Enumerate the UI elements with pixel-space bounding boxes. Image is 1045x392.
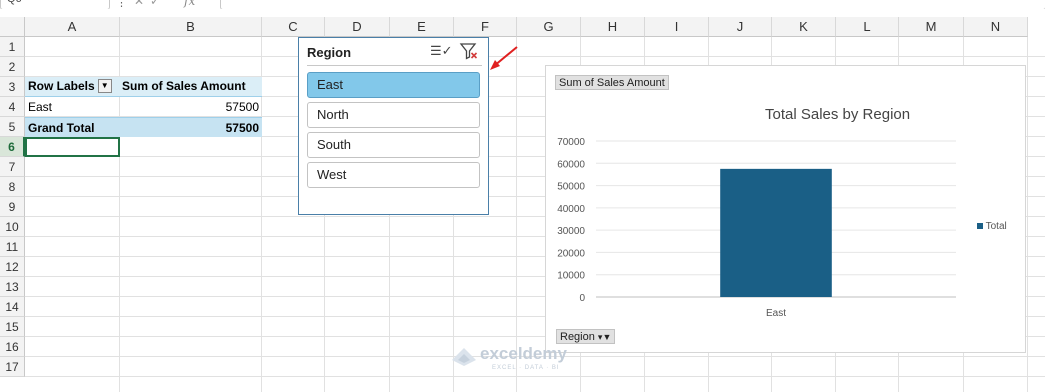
gridline [516,37,517,392]
column-header[interactable]: F [454,17,517,37]
name-box[interactable]: Q6 ⌄ [0,0,110,9]
select-all-corner[interactable] [0,17,25,37]
row-header[interactable]: 3 [0,77,25,97]
row-header[interactable]: 5 [0,117,25,137]
column-header[interactable]: E [390,17,454,37]
column-header[interactable]: B [120,17,262,37]
slicer-item-west[interactable]: West [307,162,480,188]
row-header[interactable]: 14 [0,297,25,317]
pivot-sum-header[interactable]: Sum of Sales Amount [120,77,262,97]
pivot-row-labels-header[interactable]: Row Labels ▼ [25,77,120,97]
column-header[interactable]: L [836,17,899,37]
row-header[interactable]: 11 [0,237,25,257]
slicer-divider [307,65,482,66]
pivot-chart[interactable]: Sum of Sales Amount Total Sales by Regio… [545,65,1026,353]
y-tick-label: 70000 [557,137,585,148]
annotation-arrow-icon [490,46,518,70]
axis-field-button[interactable]: Region ▾▼ [556,329,616,344]
formula-input[interactable] [220,0,1045,9]
column-header[interactable]: J [709,17,772,37]
row-header[interactable]: 13 [0,277,25,297]
column-header[interactable]: N [964,17,1028,37]
more-icon[interactable]: ⋮ [116,0,127,9]
y-tick-label: 30000 [557,226,585,237]
y-tick-label: 50000 [557,182,585,193]
filter-dropdown-icon[interactable]: ▾▼ [598,332,611,342]
y-tick-label: 20000 [557,248,585,259]
row-header[interactable]: 9 [0,197,25,217]
y-tick-label: 60000 [557,159,585,170]
gridline [25,376,1045,377]
filter-dropdown-icon[interactable]: ▼ [97,78,112,93]
x-tick-label: East [766,308,786,319]
region-slicer[interactable]: Region ☰✓ East North South West [298,37,489,215]
row-header[interactable]: 15 [0,317,25,337]
column-header[interactable]: H [581,17,645,37]
column-header[interactable]: A [25,17,120,37]
row-header[interactable]: 7 [0,157,25,177]
row-header[interactable]: 16 [0,337,25,357]
chevron-down-icon[interactable]: ⌄ [95,0,103,2]
column-header[interactable]: D [325,17,390,37]
row-header[interactable]: 17 [0,357,25,377]
y-tick-label: 10000 [557,271,585,282]
row-header[interactable]: 4 [0,97,25,117]
multi-select-icon[interactable]: ☰✓ [430,43,453,59]
row-header[interactable]: 1 [0,37,25,57]
grand-total-value[interactable]: 57500 [120,117,262,137]
legend: Total [977,221,1007,232]
slicer-item-east[interactable]: East [307,72,480,98]
column-header[interactable]: K [772,17,836,37]
legend-label: Total [985,221,1007,232]
column-header[interactable]: M [899,17,964,37]
formula-bar: Q6 ⌄ ⋮ ✕✓ fx [0,0,1045,9]
gridline [25,56,1045,57]
slicer-item-north[interactable]: North [307,102,480,128]
insert-function-icon[interactable]: fx [184,0,195,8]
row-header[interactable]: 6 [0,137,25,157]
watermark: exceldemy EXCEL · DATA · BI [450,344,567,371]
row-header[interactable]: 8 [0,177,25,197]
pivot-row-label[interactable]: East [28,97,118,117]
row-header[interactable]: 12 [0,257,25,277]
slicer-item-south[interactable]: South [307,132,480,158]
row-header[interactable]: 2 [0,57,25,77]
active-cell[interactable] [25,137,120,157]
gridline [1027,37,1028,392]
clear-filter-icon[interactable] [459,42,479,60]
legend-swatch [977,223,983,230]
chart-plot: 0 10000 20000 30000 40000 50000 60000 70000 East [557,137,956,319]
row-header[interactable]: 10 [0,217,25,237]
column-header[interactable]: G [517,17,581,37]
axis-field-label: Region [560,331,595,343]
logo-icon [452,348,476,366]
pivot-row-value[interactable]: 57500 [120,97,259,117]
bar-east [720,168,832,297]
y-tick-label: 0 [579,293,585,304]
column-header[interactable]: C [262,17,325,37]
cancel-confirm-icons[interactable]: ✕✓ [134,0,166,8]
y-tick-label: 40000 [557,204,585,215]
watermark-brand: exceldemy [480,344,567,363]
watermark-tagline: EXCEL · DATA · BI [492,365,560,371]
grand-total-label[interactable]: Grand Total [25,117,120,137]
column-header[interactable]: I [645,17,709,37]
row-labels-text: Row Labels [28,79,95,93]
name-box-value: Q6 [7,0,22,5]
slicer-title: Region [307,45,352,60]
